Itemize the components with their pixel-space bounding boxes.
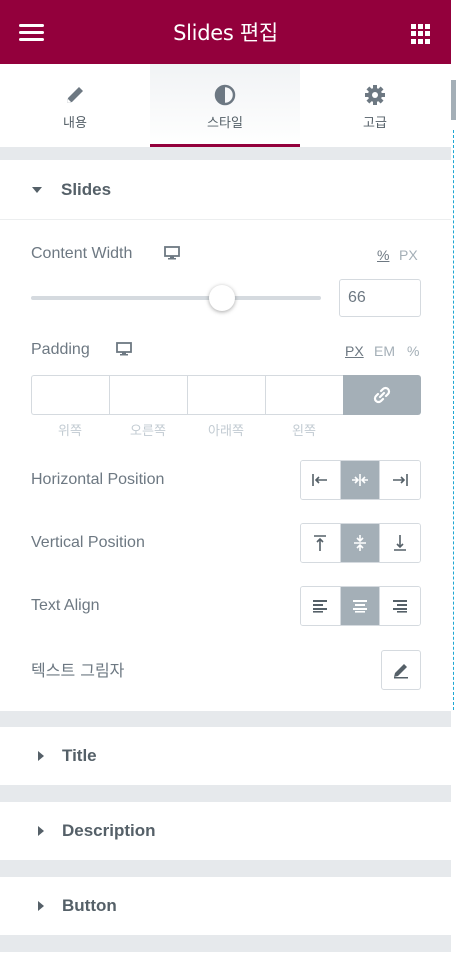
description-section-header[interactable]: Description	[0, 802, 451, 860]
scrollbar-thumb[interactable]	[451, 80, 456, 120]
v-top-option[interactable]	[301, 524, 341, 562]
align-bottom-icon	[394, 535, 407, 551]
link-values-button[interactable]	[343, 375, 421, 415]
panel-title: Slides 편집	[173, 21, 278, 45]
desktop-icon[interactable]	[164, 246, 180, 260]
description-section[interactable]: Description	[0, 802, 451, 860]
padding-right-label: 오른쪽	[130, 423, 166, 438]
section-title: Slides	[61, 179, 112, 199]
text-align-left-icon	[313, 600, 328, 613]
text-shadow-label: 텍스트 그림자	[31, 661, 125, 680]
hamburger-icon[interactable]	[19, 24, 44, 41]
content-width-slider[interactable]	[31, 296, 321, 300]
text-align-left-option[interactable]	[301, 587, 341, 625]
caret-down-icon	[32, 186, 42, 193]
slider-handle[interactable]	[209, 285, 235, 311]
editor-panel: Slides 편집 내용 스타일 고급 Slides Content Width…	[0, 0, 451, 965]
section-title: Button	[62, 896, 117, 915]
padding-bottom-input[interactable]	[187, 375, 265, 415]
padding-top-input[interactable]	[31, 375, 109, 415]
align-top-icon	[314, 535, 327, 551]
align-right-edge-icon	[393, 474, 408, 486]
unit-px[interactable]: PX	[399, 247, 418, 263]
caret-right-icon	[38, 751, 44, 761]
unit-em[interactable]: EM	[374, 343, 395, 359]
text-align-choices	[300, 586, 421, 626]
slides-section-header[interactable]: Slides	[0, 160, 451, 220]
tab-style-label: 스타일	[207, 116, 243, 131]
h-right-option[interactable]	[380, 461, 420, 499]
text-align-right-icon	[393, 600, 408, 613]
h-center-option[interactable]	[340, 461, 381, 499]
padding-bottom-label: 아래쪽	[208, 423, 244, 438]
button-section[interactable]: Button	[0, 877, 451, 935]
vertical-position-choices	[300, 523, 421, 563]
align-center-icon	[352, 474, 368, 486]
tab-advanced-label: 고급	[363, 116, 387, 131]
text-align-center-icon	[353, 600, 367, 613]
next-section-partial[interactable]	[0, 952, 451, 965]
v-bottom-option[interactable]	[380, 524, 420, 562]
panel-tabs: 내용 스타일 고급	[0, 64, 451, 147]
padding-label: Padding	[31, 341, 90, 358]
grid-icon[interactable]	[411, 24, 431, 44]
text-align-center-option[interactable]	[340, 587, 381, 625]
content-width-input[interactable]: 66	[339, 279, 421, 317]
text-align-right-option[interactable]	[380, 587, 420, 625]
pencil-icon	[394, 664, 408, 679]
tab-content-label: 내용	[63, 116, 87, 131]
h-left-option[interactable]	[301, 461, 341, 499]
align-middle-icon	[354, 535, 366, 551]
v-middle-option[interactable]	[340, 524, 381, 562]
tab-style[interactable]: 스타일	[150, 64, 300, 147]
padding-left-input[interactable]	[265, 375, 343, 415]
vertical-position-label: Vertical Position	[31, 534, 145, 551]
unit-percent[interactable]: %	[377, 247, 389, 263]
section-title: Description	[62, 821, 156, 840]
panel-header: Slides 편집	[0, 0, 451, 64]
section-title: Title	[62, 746, 97, 765]
unit-px[interactable]: PX	[345, 343, 364, 359]
tab-content[interactable]: 내용	[0, 64, 150, 147]
preview-guide-line	[453, 130, 454, 710]
caret-right-icon	[38, 901, 44, 911]
link-icon	[373, 386, 391, 404]
preview-edge	[451, 0, 456, 965]
content-width-label: Content Width	[31, 245, 133, 262]
pencil-icon	[67, 87, 83, 103]
title-section-header[interactable]: Title	[0, 727, 451, 785]
horizontal-position-choices	[300, 460, 421, 500]
horizontal-position-label: Horizontal Position	[31, 471, 165, 488]
align-left-edge-icon	[312, 474, 328, 486]
button-section-header[interactable]: Button	[0, 877, 451, 935]
tab-advanced[interactable]: 고급	[300, 64, 450, 147]
title-section[interactable]: Title	[0, 727, 451, 785]
contrast-icon	[214, 84, 236, 106]
padding-right-input[interactable]	[109, 375, 187, 415]
gear-icon	[365, 85, 385, 105]
caret-right-icon	[38, 826, 44, 836]
text-align-label: Text Align	[31, 597, 100, 614]
desktop-icon[interactable]	[116, 342, 132, 356]
padding-inputs	[31, 375, 421, 415]
text-shadow-edit-button[interactable]	[381, 650, 421, 690]
padding-top-label: 위쪽	[58, 423, 82, 438]
unit-percent[interactable]: %	[407, 343, 419, 359]
padding-left-label: 왼쪽	[292, 423, 316, 438]
